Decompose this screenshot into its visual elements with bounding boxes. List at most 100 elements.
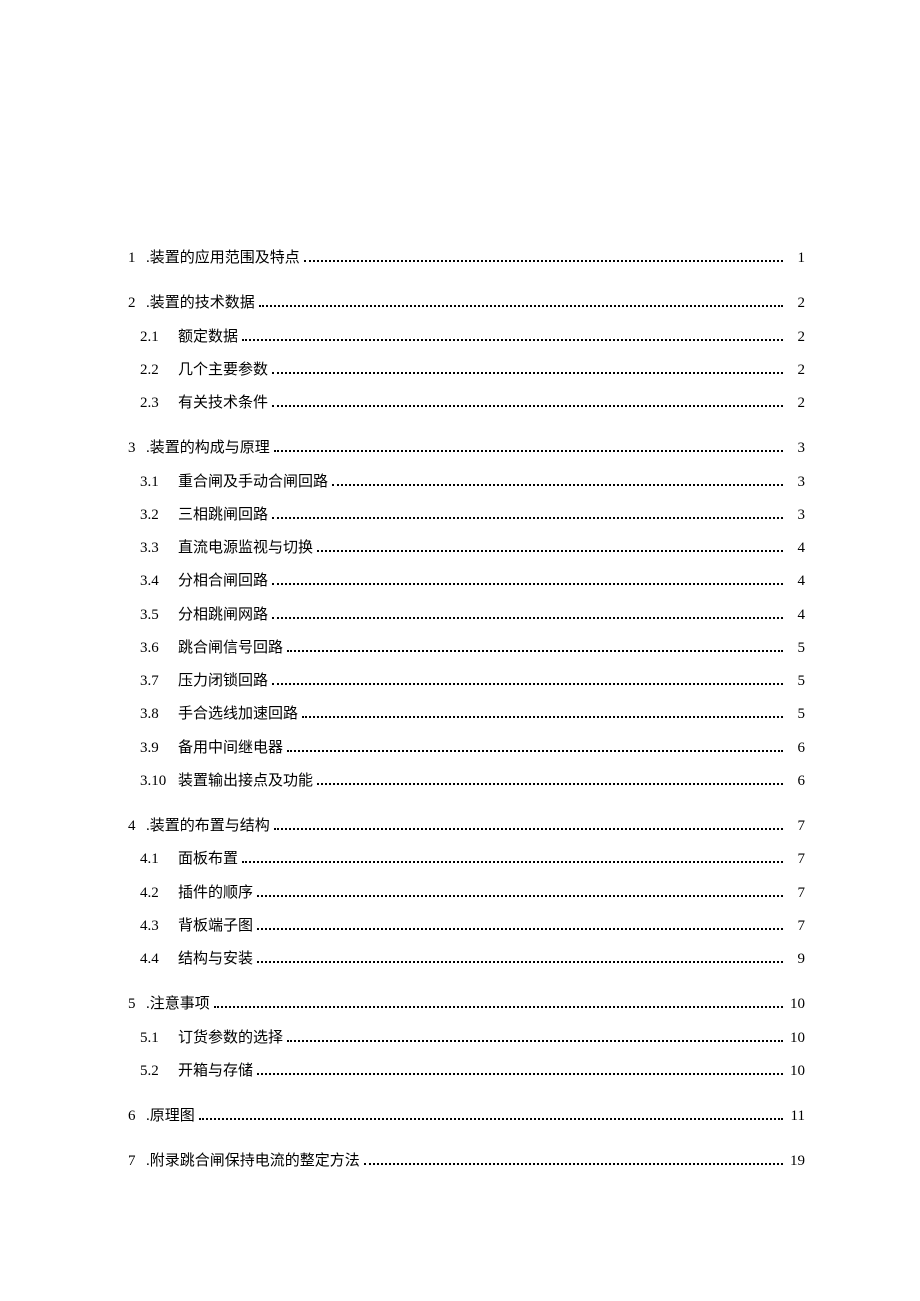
toc-number: 4.2 [140,882,172,905]
toc-page: 6 [787,770,805,793]
toc-leader [257,916,783,930]
toc-number: 5.1 [140,1027,172,1050]
toc-title: 额定数据 [178,326,238,349]
toc-title: .装置的布置与结构 [146,815,270,838]
toc-title: .装置的技术数据 [146,292,255,315]
toc-number: 4.4 [140,948,172,971]
toc-entry-level2: 4.3 背板端子图 7 [128,915,805,938]
toc-page: 10 [787,1060,805,1083]
toc-entry-level2: 3.10 装置输出接点及功能 6 [128,770,805,793]
toc-number: 3.2 [140,504,172,527]
toc-leader [274,816,783,830]
toc-leader [302,704,783,718]
toc-leader [259,293,783,307]
toc-entry-level2: 3.9 备用中间继电器 6 [128,737,805,760]
toc-number: 7 [128,1150,146,1173]
toc-entry-level2: 3.1 重合闸及手动合闸回路 3 [128,471,805,494]
toc-entry-level2: 5.1 订货参数的选择 10 [128,1027,805,1050]
toc-title: 插件的顺序 [178,882,253,905]
toc-page: 7 [787,815,805,838]
toc-title: 面板布置 [178,848,238,871]
toc-page: 11 [787,1105,805,1128]
toc-page: 3 [787,504,805,527]
toc-number: 3.10 [140,770,172,793]
toc-page: 6 [787,737,805,760]
toc-entry-level1: 4 .装置的布置与结构 7 [128,815,805,838]
toc-leader [272,571,783,585]
toc-entry-level2: 5.2 开箱与存储 10 [128,1060,805,1083]
toc-page: 5 [787,703,805,726]
toc-leader [287,638,783,652]
toc-page: 4 [787,604,805,627]
toc-leader [257,1061,783,1075]
toc-leader [332,472,783,486]
toc-title: .装置的构成与原理 [146,437,270,460]
toc-number: 5 [128,993,146,1016]
toc-leader [214,994,783,1008]
toc-entry-level2: 3.6 跳合闸信号回路 5 [128,637,805,660]
toc-entry-level2: 3.5 分相跳闸网路 4 [128,604,805,627]
toc-leader [272,671,783,685]
toc-leader [257,949,783,963]
toc-title: .装置的应用范围及特点 [146,247,300,270]
toc-number: 1 [128,247,146,270]
toc-title: .附录跳合闸保持电流的整定方法 [146,1150,360,1173]
toc-leader [317,771,783,785]
toc-page: 2 [787,359,805,382]
toc-entry-level2: 3.7 压力闭锁回路 5 [128,670,805,693]
toc-number: 2.2 [140,359,172,382]
toc-leader [272,393,783,407]
toc-number: 4.3 [140,915,172,938]
toc-title: 有关技术条件 [178,392,268,415]
toc-title: 几个主要参数 [178,359,268,382]
toc-page: 1 [787,247,805,270]
toc-page: 7 [787,882,805,905]
toc-leader [272,505,783,519]
toc-entry-level2: 3.8 手合选线加速回路 5 [128,703,805,726]
toc-number: 2 [128,292,146,315]
toc-entry-level2: 2.1 额定数据 2 [128,326,805,349]
toc-page: 9 [787,948,805,971]
toc-page: 7 [787,915,805,938]
toc-title: 开箱与存储 [178,1060,253,1083]
toc-leader [272,360,783,374]
toc-title: 直流电源监视与切换 [178,537,313,560]
toc-page: 4 [787,570,805,593]
toc-page: 10 [787,1027,805,1050]
toc-page: 3 [787,437,805,460]
table-of-contents: 1 .装置的应用范围及特点 1 2 .装置的技术数据 2 2.1 额定数据 2 … [128,247,805,1174]
toc-leader [317,538,783,552]
toc-entry-level1: 6 .原理图 11 [128,1105,805,1128]
toc-number: 3.4 [140,570,172,593]
toc-leader [199,1106,783,1120]
toc-title: 重合闸及手动合闸回路 [178,471,328,494]
toc-title: 背板端子图 [178,915,253,938]
toc-leader [287,1028,783,1042]
toc-number: 3.3 [140,537,172,560]
toc-page: 2 [787,292,805,315]
toc-title: .原理图 [146,1105,195,1128]
toc-page: 3 [787,471,805,494]
toc-entry-level2: 3.2 三相跳闸回路 3 [128,504,805,527]
toc-number: 5.2 [140,1060,172,1083]
toc-number: 3.6 [140,637,172,660]
toc-title: .注意事项 [146,993,210,1016]
toc-leader [364,1151,783,1165]
toc-leader [287,738,783,752]
toc-number: 3.8 [140,703,172,726]
toc-title: 跳合闸信号回路 [178,637,283,660]
toc-entry-level1: 7 .附录跳合闸保持电流的整定方法 19 [128,1150,805,1173]
toc-entry-level2: 2.2 几个主要参数 2 [128,359,805,382]
toc-number: 4 [128,815,146,838]
toc-number: 3.5 [140,604,172,627]
toc-entry-level2: 4.2 插件的顺序 7 [128,882,805,905]
toc-entry-level1: 2 .装置的技术数据 2 [128,292,805,315]
toc-entry-level2: 4.4 结构与安装 9 [128,948,805,971]
toc-number: 2.1 [140,326,172,349]
toc-entry-level1: 3 .装置的构成与原理 3 [128,437,805,460]
toc-page: 2 [787,392,805,415]
toc-leader [242,327,783,341]
toc-title: 备用中间继电器 [178,737,283,760]
toc-number: 3.7 [140,670,172,693]
toc-number: 4.1 [140,848,172,871]
